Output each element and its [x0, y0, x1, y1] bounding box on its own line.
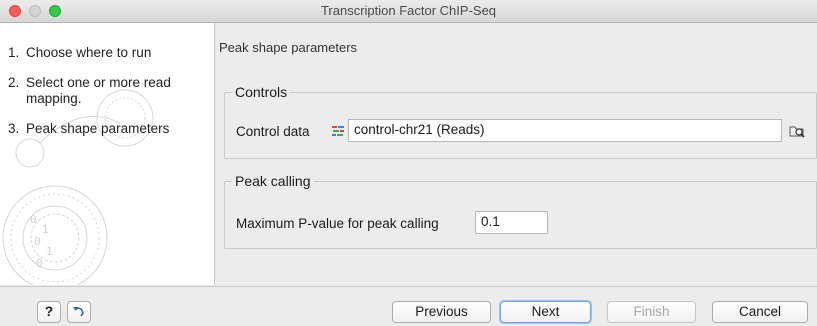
- svg-text:0: 0: [30, 213, 37, 226]
- question-icon: ?: [44, 304, 54, 319]
- page-title: Peak shape parameters: [219, 40, 358, 55]
- step-item-peak-shape-parameters: 3. Peak shape parameters: [8, 121, 208, 137]
- main-panel: Peak shape parameters Controls Control d…: [215, 23, 817, 285]
- steps-list: 1. Choose where to run 2. Select one or mo…: [8, 31, 208, 151]
- max-pvalue-field[interactable]: 0.1: [475, 211, 548, 234]
- previous-button[interactable]: Previous: [392, 301, 491, 323]
- svg-text:0: 0: [36, 257, 43, 270]
- peak-calling-legend: Peak calling: [235, 173, 311, 189]
- folder-browse-icon[interactable]: [788, 122, 806, 140]
- step-label: Choose where to run: [26, 45, 152, 60]
- help-button[interactable]: ?: [37, 301, 61, 323]
- wizard-steps-sidebar: 01 01 0 1. Choose where to run 2. Select o…: [0, 23, 215, 285]
- svg-text:1: 1: [46, 245, 53, 258]
- svg-text:0: 0: [34, 235, 41, 248]
- controls-group: Controls Control data control-chr21 (Rea…: [224, 84, 817, 159]
- reads-icon: [332, 126, 344, 136]
- control-data-field[interactable]: control-chr21 (Reads): [348, 119, 782, 142]
- window-title: Transcription Factor ChIP-Seq: [320, 3, 497, 18]
- button-bar: ? Previous Next Finish Cancel: [0, 286, 817, 326]
- step-label: Peak shape parameters: [26, 121, 170, 136]
- step-item-choose-where-to-run: 1. Choose where to run: [8, 45, 208, 61]
- svg-text:1: 1: [42, 223, 49, 236]
- max-pvalue-label: Maximum P-value for peak calling: [236, 216, 439, 231]
- next-button[interactable]: Next: [500, 301, 591, 323]
- title-bar: Transcription Factor ChIP-Seq: [0, 0, 817, 23]
- step-label: Select one or more read mapping.: [26, 75, 171, 106]
- finish-button[interactable]: Finish: [607, 301, 696, 323]
- cancel-button[interactable]: Cancel: [712, 301, 808, 323]
- wizard-window: Transcription Factor ChIP-Seq 01 01 0 1.…: [0, 0, 817, 326]
- step-item-select-read-mapping: 2. Select one or more read mapping.: [8, 75, 208, 107]
- control-data-label: Control data: [236, 124, 310, 139]
- undo-arrow-icon: [73, 307, 84, 317]
- controls-legend: Controls: [235, 84, 288, 100]
- reset-button[interactable]: [67, 301, 91, 323]
- peak-calling-group: Peak calling Maximum P-value for peak ca…: [224, 173, 817, 249]
